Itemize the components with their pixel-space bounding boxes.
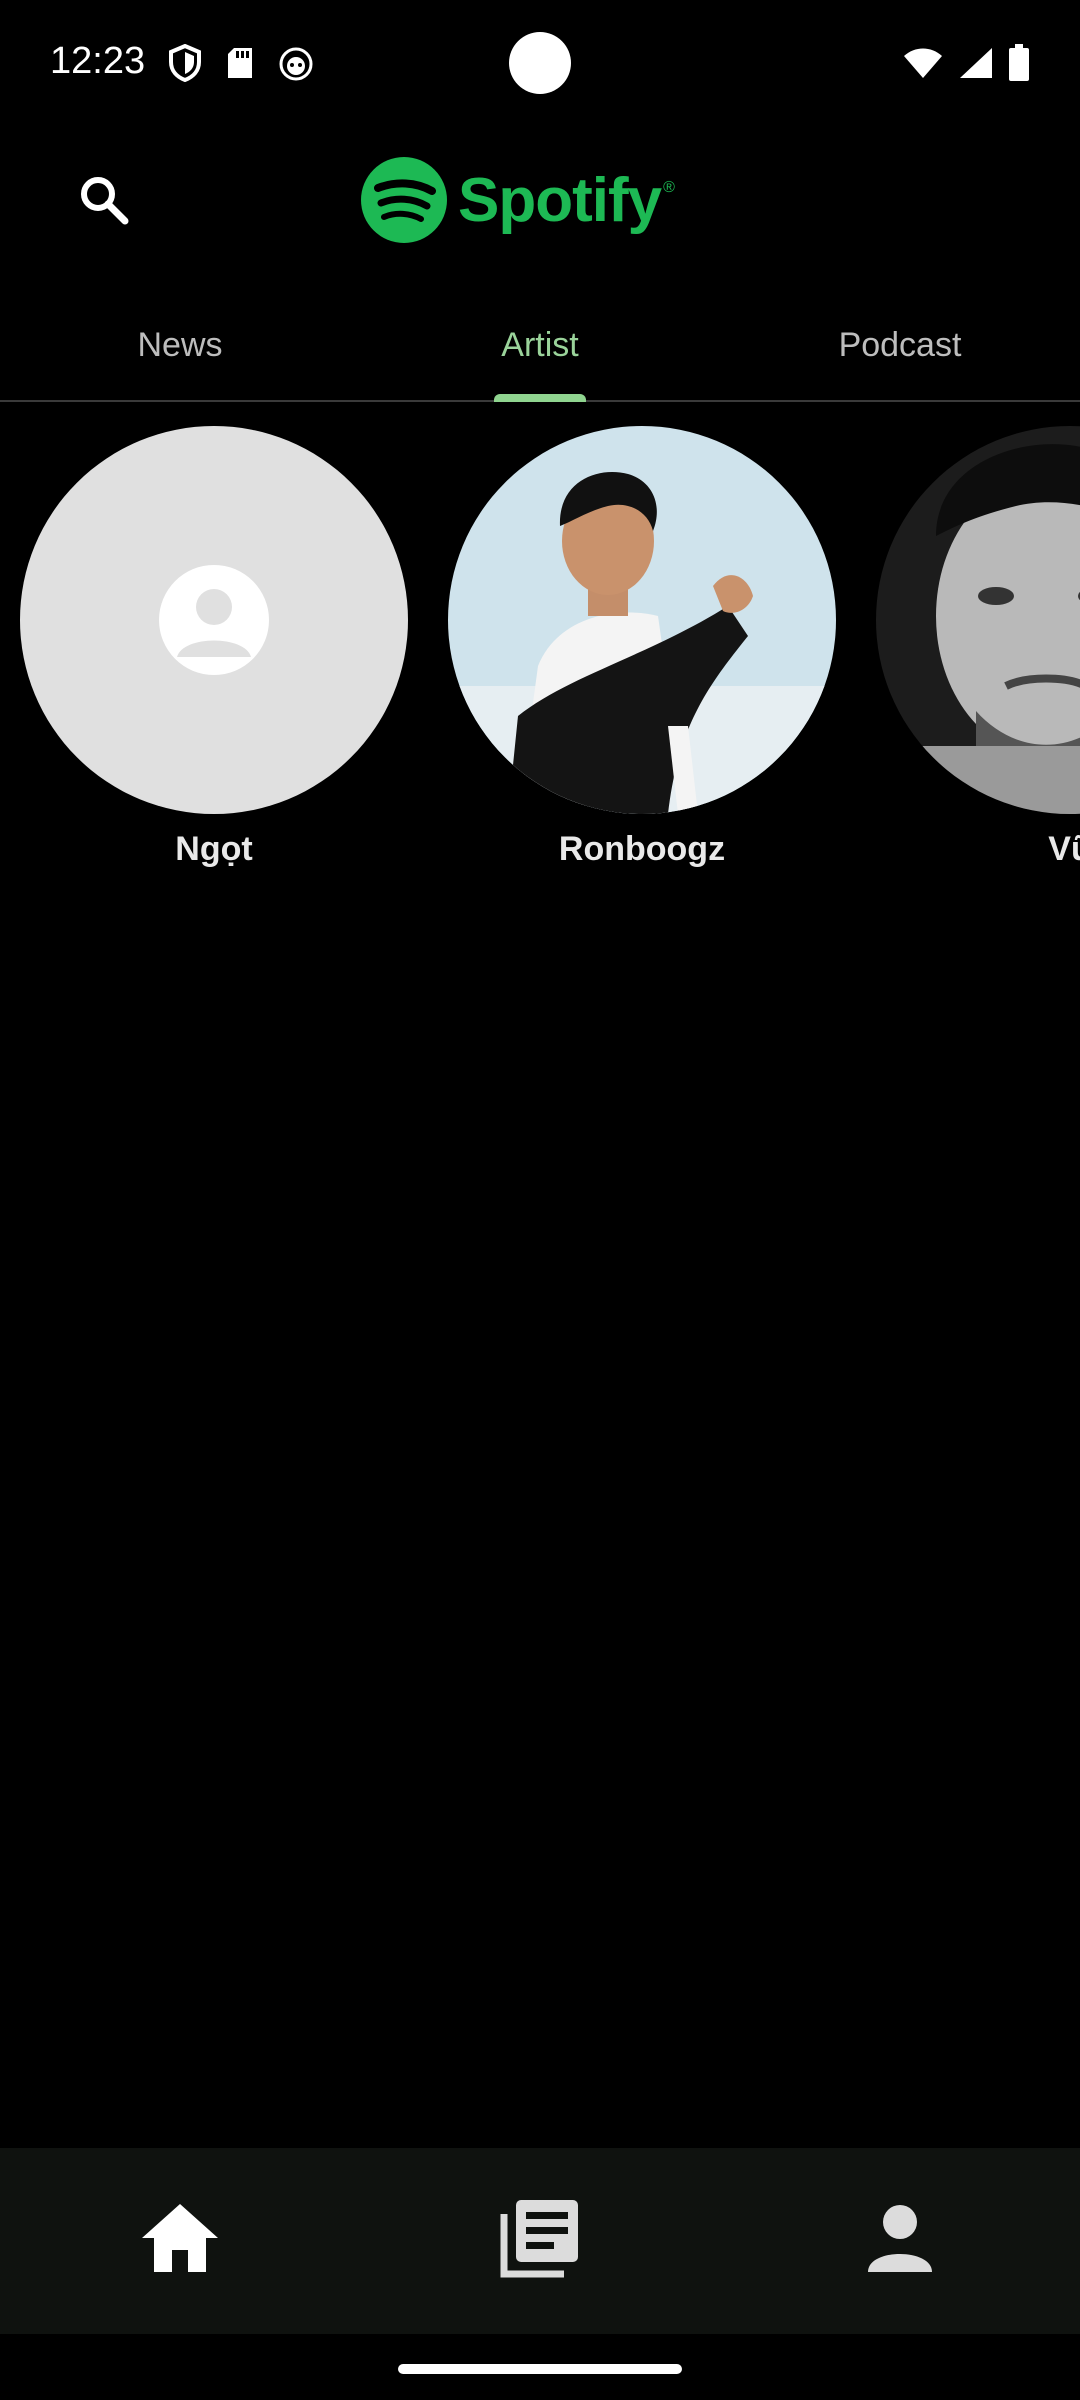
profile-icon bbox=[868, 2205, 932, 2272]
artist-avatar bbox=[876, 426, 1080, 814]
artist-avatar bbox=[20, 426, 408, 814]
search-icon bbox=[81, 177, 129, 225]
signal-icon bbox=[958, 46, 994, 85]
app-header: Spotify ® bbox=[0, 130, 1080, 280]
brand-name: Spotify bbox=[458, 165, 662, 235]
camera-cutout bbox=[509, 32, 571, 94]
nav-home[interactable] bbox=[80, 2178, 280, 2298]
status-icons-left bbox=[168, 43, 314, 87]
gesture-navigation-bar[interactable] bbox=[398, 2364, 682, 2374]
tab-news[interactable]: News bbox=[0, 290, 360, 400]
search-button[interactable] bbox=[72, 168, 136, 232]
cat-icon bbox=[278, 45, 314, 86]
status-time: 12:23 bbox=[50, 40, 146, 82]
artist-list: Ngọt Ronboogz V bbox=[0, 426, 1080, 896]
battery-icon bbox=[1008, 44, 1030, 87]
artist-avatar bbox=[448, 426, 836, 814]
person-placeholder-icon bbox=[159, 565, 269, 675]
shield-icon bbox=[168, 43, 202, 87]
artist-card[interactable]: Ngọt bbox=[20, 426, 408, 868]
artist-card[interactable]: Vũ bbox=[876, 426, 1080, 868]
nav-profile[interactable] bbox=[800, 2178, 1000, 2298]
spotify-logo: Spotify ® bbox=[360, 156, 675, 244]
home-icon bbox=[142, 2204, 218, 2272]
artist-name: Ngọt bbox=[175, 830, 253, 868]
wifi-icon bbox=[902, 46, 944, 85]
tab-podcast[interactable]: Podcast bbox=[720, 290, 1080, 400]
status-icons-right bbox=[902, 44, 1030, 87]
status-bar: 12:23 bbox=[0, 0, 1080, 130]
artist-name: Ronboogz bbox=[558, 830, 726, 868]
tab-bar: News Artist Podcast bbox=[0, 290, 1080, 402]
tab-artist[interactable]: Artist bbox=[360, 290, 720, 400]
bottom-navigation bbox=[0, 2148, 1080, 2334]
active-tab-indicator bbox=[494, 394, 586, 402]
news-icon bbox=[500, 2200, 578, 2278]
nav-news[interactable] bbox=[440, 2178, 640, 2298]
artist-card[interactable]: Ronboogz bbox=[448, 426, 836, 868]
sd-card-icon bbox=[226, 46, 254, 85]
brand-registered-mark: ® bbox=[663, 179, 675, 196]
spotify-logo-icon bbox=[361, 157, 447, 243]
artist-name: Vũ bbox=[1048, 830, 1080, 868]
